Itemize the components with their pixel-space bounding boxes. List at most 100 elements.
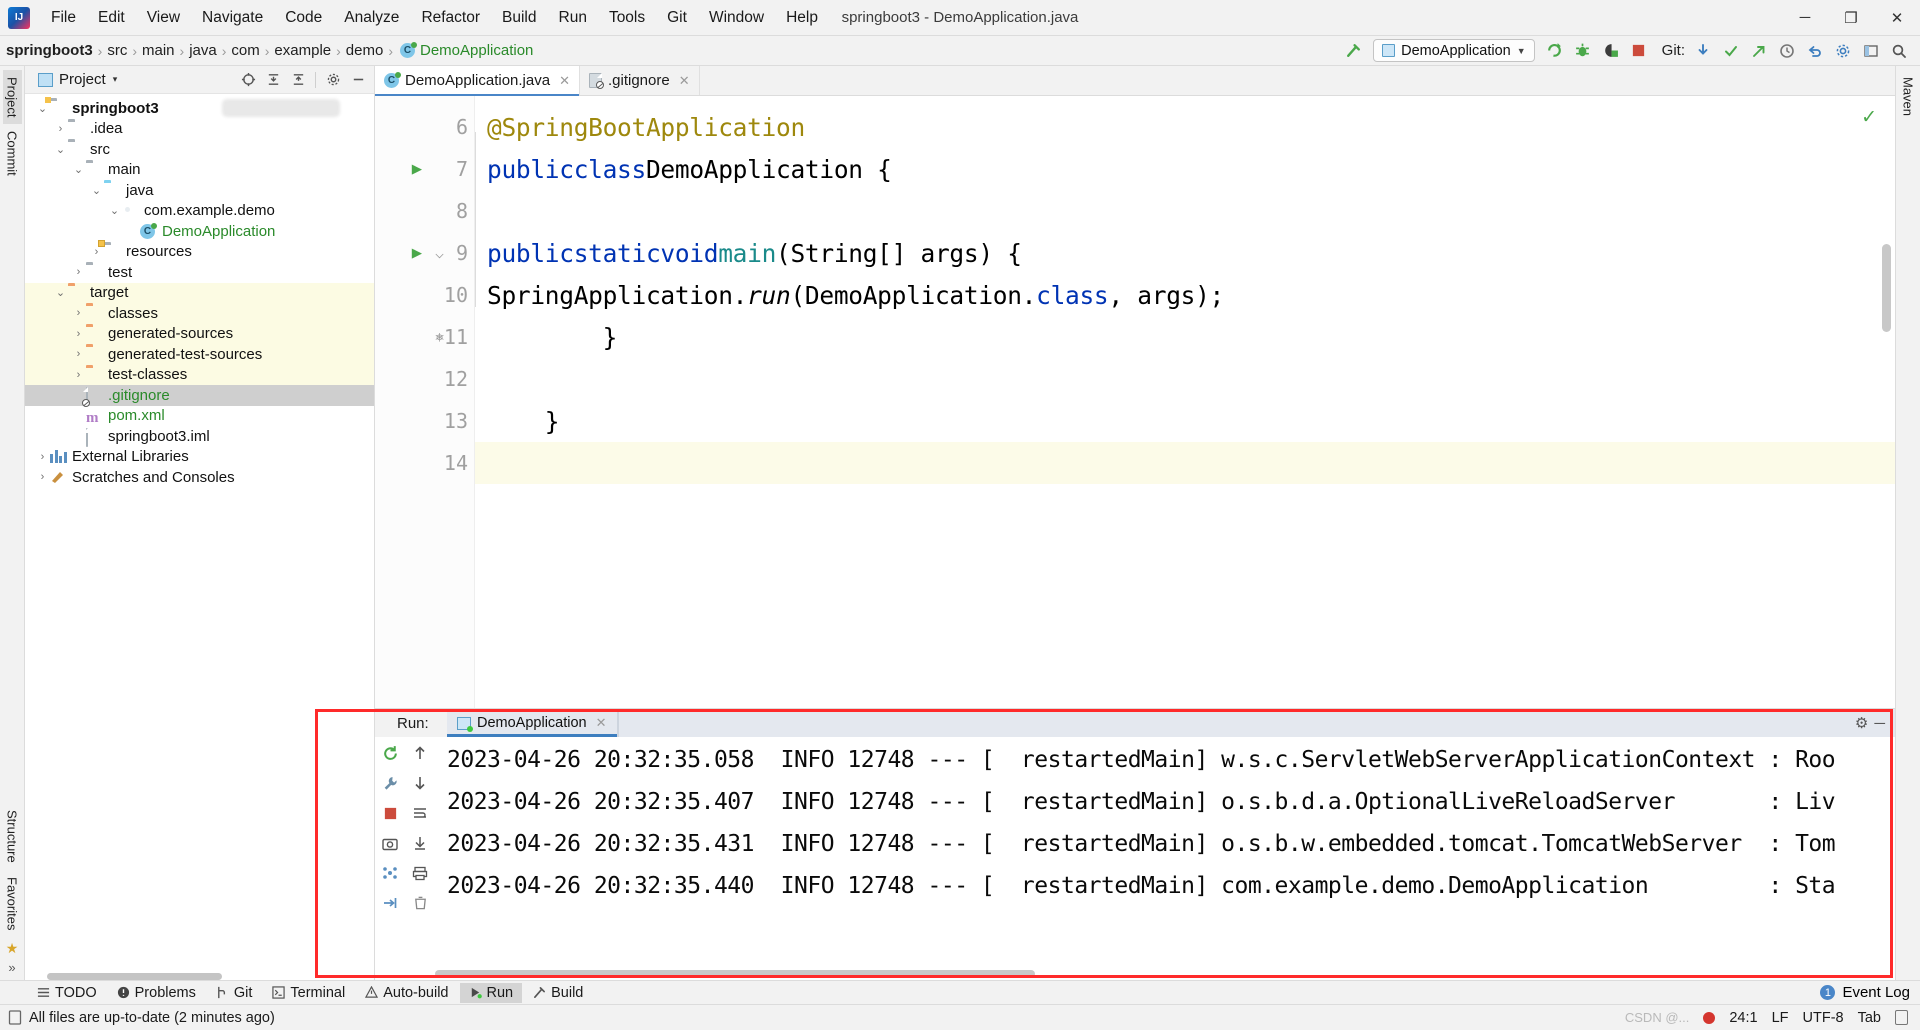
read-only-lock-icon[interactable] [1895,1010,1908,1025]
tree-node-idea[interactable]: › .idea [25,119,374,140]
scroll-down-icon[interactable] [409,773,431,793]
tool-window-favorites[interactable]: Favorites [3,870,22,937]
breadcrumb-demoapplication[interactable]: DemoApplication [420,42,533,59]
chevron-collapsed-icon[interactable]: › [35,451,50,463]
tree-node-scratches[interactable]: › Scratches and Consoles [25,467,374,488]
inspection-status-icon[interactable]: ✓ [1861,106,1877,129]
update-project-icon[interactable] [1690,39,1716,63]
hide-panel-icon[interactable] [347,69,369,90]
print-icon[interactable] [409,863,431,883]
hammer-icon[interactable] [1340,39,1366,63]
settings-gear-icon[interactable]: ⚙ [1855,714,1868,732]
debug-icon[interactable] [1570,39,1596,63]
tool-window-structure[interactable]: Structure [3,803,22,870]
line-separator[interactable]: LF [1772,1010,1789,1026]
indent-setting[interactable]: Tab [1858,1010,1881,1026]
menu-tools[interactable]: Tools [598,5,656,31]
project-horizontal-scrollbar[interactable] [47,973,222,980]
chevron-collapsed-icon[interactable]: › [71,266,86,278]
tool-window-project[interactable]: Project [2,70,22,125]
chevron-collapsed-icon[interactable]: › [71,328,86,340]
chevron-collapsed-icon[interactable]: › [71,369,86,381]
close-run-tab-icon[interactable]: ✕ [596,715,607,731]
console-output[interactable]: 2023-04-26 20:32:35.058 INFO 12748 --- [… [435,737,1895,980]
layout-icon[interactable] [1858,39,1884,63]
code-content[interactable]: @SpringBootApplication public class Demo… [475,96,1895,708]
stop-icon[interactable] [379,803,401,823]
editor-vertical-scrollbar[interactable] [1882,244,1891,332]
tool-window-git[interactable]: Git [207,983,262,1003]
select-opened-file-icon[interactable] [237,69,259,90]
expand-strip-icon[interactable]: » [8,960,15,975]
menu-analyze[interactable]: Analyze [333,5,410,31]
wrench-icon[interactable] [379,773,401,793]
clear-all-icon[interactable] [409,893,431,913]
chevron-expanded-icon[interactable]: ⌄ [89,184,104,197]
menu-refactor[interactable]: Refactor [410,5,491,31]
tree-node-test-classes[interactable]: › test-classes [25,364,374,385]
tool-window-build[interactable]: Build [524,983,592,1003]
run-tab-demoapplication[interactable]: DemoApplication ✕ [447,709,618,737]
tree-node-target[interactable]: ⌄ target [25,282,374,303]
tree-node-springboot3[interactable]: ⌄ springboot3 [25,97,374,119]
settings-gear-icon[interactable] [322,69,344,90]
menu-view[interactable]: View [136,5,191,31]
close-button[interactable]: ✕ [1874,0,1920,36]
commit-icon[interactable] [1718,39,1744,63]
chevron-expanded-icon[interactable]: ⌄ [53,143,68,156]
history-icon[interactable] [1774,39,1800,63]
chevron-expanded-icon[interactable]: ⌄ [35,102,50,115]
menu-help[interactable]: Help [775,5,829,31]
file-encoding[interactable]: UTF-8 [1803,1010,1844,1026]
settings-icon[interactable] [1830,39,1856,63]
expand-all-icon[interactable] [262,69,284,90]
tree-node-package[interactable]: ⌄ com.example.demo [25,201,374,222]
minimize-button[interactable]: ─ [1782,0,1828,36]
recording-dot-icon[interactable] [1703,1011,1716,1024]
tab-gitignore[interactable]: .gitignore ✕ [580,66,700,95]
event-log-label[interactable]: Event Log [1842,984,1910,1001]
tool-window-terminal[interactable]: Terminal [263,983,354,1003]
tree-node-main[interactable]: ⌄ main [25,160,374,181]
tool-window-run[interactable]: Run [459,982,523,1003]
search-icon[interactable] [1886,39,1912,63]
menu-code[interactable]: Code [274,5,333,31]
tool-window-auto-build[interactable]: Auto-build [356,983,457,1003]
fold-end-icon[interactable]: ⎈ [435,328,444,346]
chevron-collapsed-icon[interactable]: › [71,307,86,319]
chevron-collapsed-icon[interactable]: › [89,246,104,258]
project-tree[interactable]: ⌄ springboot3 › .idea ⌄ src ⌄ main ⌄ jav… [25,94,374,980]
collapse-all-icon[interactable] [287,69,309,90]
tree-node-java[interactable]: ⌄ java [25,180,374,201]
run-with-coverage-icon[interactable] [1598,39,1624,63]
fold-region-icon[interactable]: ⌵ [435,244,444,262]
menu-git[interactable]: Git [656,5,698,31]
breadcrumb-src[interactable]: src [107,42,127,59]
menu-window[interactable]: Window [698,5,775,31]
breadcrumb-springboot3[interactable]: springboot3 [6,42,93,59]
tree-node-demoapplication[interactable]: › C DemoApplication [25,221,374,242]
undo-icon[interactable] [1802,39,1828,63]
console-horizontal-scrollbar[interactable] [435,970,1035,978]
menu-file[interactable]: File [40,5,87,31]
tool-window-todo[interactable]: TODO [28,983,106,1003]
breadcrumb-example[interactable]: example [274,42,331,59]
maximize-button[interactable]: ❐ [1828,0,1874,36]
run-gutter-icon[interactable]: ▶ [412,243,422,263]
tree-node-gitignore[interactable]: › .gitignore [25,385,374,408]
tree-node-external-libraries[interactable]: › External Libraries [25,447,374,468]
menu-navigate[interactable]: Navigate [191,5,274,31]
scroll-up-icon[interactable] [409,743,431,763]
chevron-collapsed-icon[interactable]: › [35,471,50,483]
chevron-down-icon[interactable]: ▾ [113,74,118,85]
tree-node-resources[interactable]: › resources [25,239,374,263]
rerun-icon[interactable] [379,743,401,763]
chevron-expanded-icon[interactable]: ⌄ [53,286,68,299]
menu-build[interactable]: Build [491,5,547,31]
thread-dump-icon[interactable] [379,863,401,883]
caret-position[interactable]: 24:1 [1729,1010,1757,1026]
breadcrumb-demo[interactable]: demo [346,42,384,59]
breadcrumb-main[interactable]: main [142,42,175,59]
menu-run[interactable]: Run [548,5,598,31]
push-icon[interactable] [1746,39,1772,63]
